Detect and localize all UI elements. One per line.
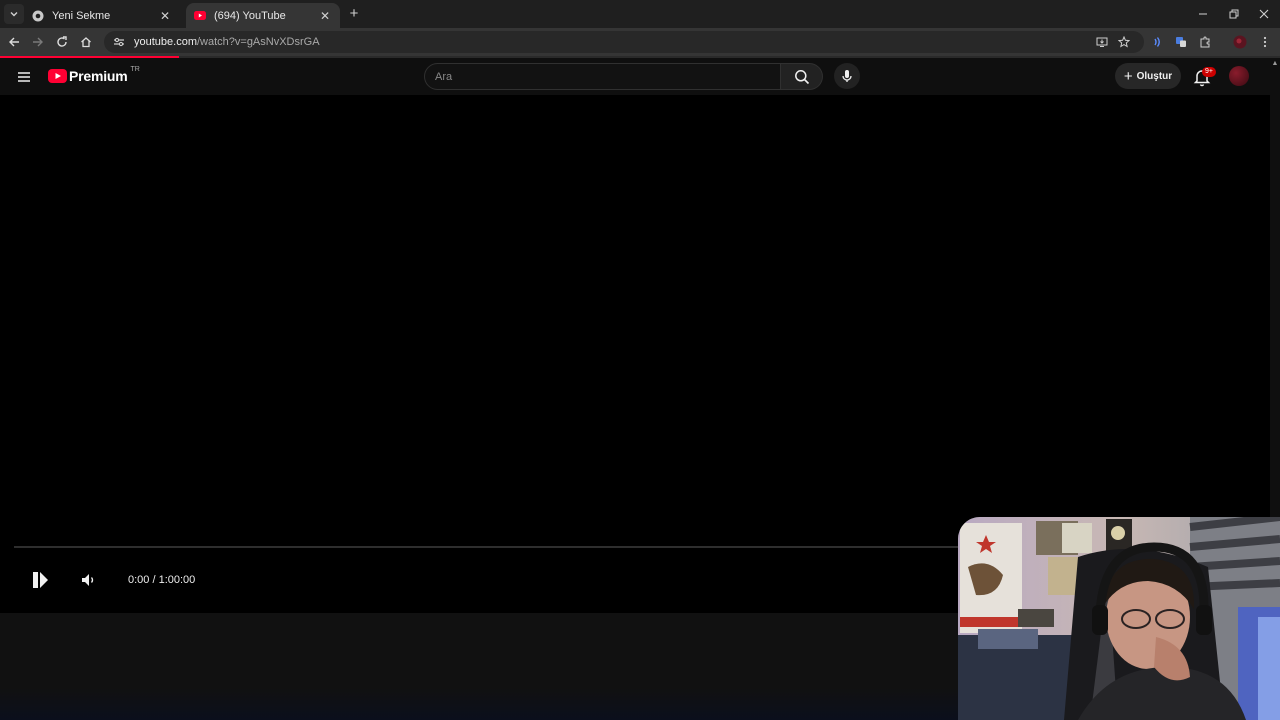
volume-icon — [82, 574, 94, 586]
close-tab-icon[interactable]: ✕ — [158, 9, 172, 23]
notification-count-badge: 9+ — [1202, 67, 1216, 77]
sound-waves-icon — [1154, 37, 1160, 47]
tab-title: (694) YouTube — [214, 9, 286, 22]
read-aloud-button[interactable] — [1148, 33, 1166, 51]
search-input[interactable] — [435, 70, 755, 83]
country-code: TR — [130, 65, 140, 73]
webcam-feed-image — [958, 517, 1280, 720]
extensions-button[interactable] — [1196, 33, 1214, 51]
profile-avatar-icon — [1233, 35, 1247, 49]
home-icon — [81, 37, 91, 48]
webcam-overlay — [958, 517, 1280, 720]
arrow-right-icon — [33, 37, 43, 47]
close-icon — [1259, 9, 1269, 19]
reload-icon — [57, 36, 67, 47]
minimize-icon — [1199, 13, 1207, 15]
youtube-favicon-icon — [194, 10, 206, 22]
restore-icon — [1229, 9, 1239, 19]
minimize-window-button[interactable] — [1187, 0, 1219, 28]
restore-window-button[interactable] — [1218, 0, 1250, 28]
play-pause-icon — [33, 572, 48, 588]
star-icon — [1118, 36, 1130, 48]
puzzle-icon — [1200, 36, 1210, 48]
chevron-down-icon — [10, 12, 18, 17]
arrow-left-icon — [9, 37, 19, 47]
more-vertical-icon — [1263, 36, 1267, 48]
address-bar[interactable]: youtube.com/watch?v=gAsNvXDsrGA — [104, 31, 1144, 53]
search-box — [424, 63, 781, 90]
create-label: Oluştur — [1136, 70, 1173, 82]
translate-button[interactable] — [1172, 33, 1190, 51]
new-tab-button[interactable]: + — [346, 6, 362, 22]
profile-button[interactable] — [1231, 33, 1249, 51]
browser-toolbar: youtube.com/watch?v=gAsNvXDsrGA — [0, 28, 1280, 56]
youtube-masthead: Premium TR + Oluştur 9+ — [0, 58, 1270, 95]
install-app-button[interactable] — [1093, 33, 1111, 51]
url-host: youtube.com — [134, 36, 197, 48]
create-button[interactable]: + Oluştur — [1115, 63, 1181, 89]
scroll-up-arrow-icon[interactable]: ▲ — [1271, 60, 1279, 68]
tab-new-tab[interactable]: Yeni Sekme ✕ — [24, 3, 180, 28]
tab-youtube[interactable]: (694) YouTube ✕ — [186, 3, 340, 28]
youtube-play-logo-icon — [48, 69, 67, 83]
browser-menu-button[interactable] — [1256, 33, 1274, 51]
install-app-icon — [1096, 37, 1108, 47]
tab-strip: Yeni Sekme ✕ (694) YouTube ✕ + — [0, 0, 1280, 28]
account-avatar[interactable] — [1229, 66, 1249, 86]
back-button[interactable] — [5, 33, 23, 51]
search-button[interactable] — [781, 63, 823, 90]
hamburger-menu-icon — [18, 72, 30, 82]
close-window-button[interactable] — [1248, 0, 1280, 28]
mute-button[interactable] — [79, 570, 99, 590]
voice-search-button[interactable] — [834, 63, 860, 89]
home-button[interactable] — [77, 33, 95, 51]
translate-icon — [1176, 37, 1186, 47]
logo-text: Premium — [69, 68, 128, 84]
time-display: 0:00 / 1:00:00 — [128, 574, 196, 586]
site-settings-icon[interactable] — [112, 35, 126, 49]
search-icon — [794, 69, 809, 84]
tab-title: Yeni Sekme — [52, 9, 111, 22]
url-path: /watch?v=gAsNvXDsrGA — [196, 36, 320, 48]
play-pause-button[interactable] — [29, 569, 51, 591]
microphone-icon — [842, 70, 852, 82]
plus-icon: + — [1123, 67, 1133, 85]
reload-button[interactable] — [53, 33, 71, 51]
close-tab-icon[interactable]: ✕ — [318, 9, 332, 23]
guide-menu-button[interactable] — [14, 67, 34, 87]
chrome-icon — [32, 10, 44, 22]
youtube-premium-logo[interactable]: Premium TR — [48, 65, 140, 84]
forward-button[interactable] — [29, 33, 47, 51]
bookmark-button[interactable] — [1115, 33, 1133, 51]
tab-search-button[interactable] — [4, 4, 24, 24]
